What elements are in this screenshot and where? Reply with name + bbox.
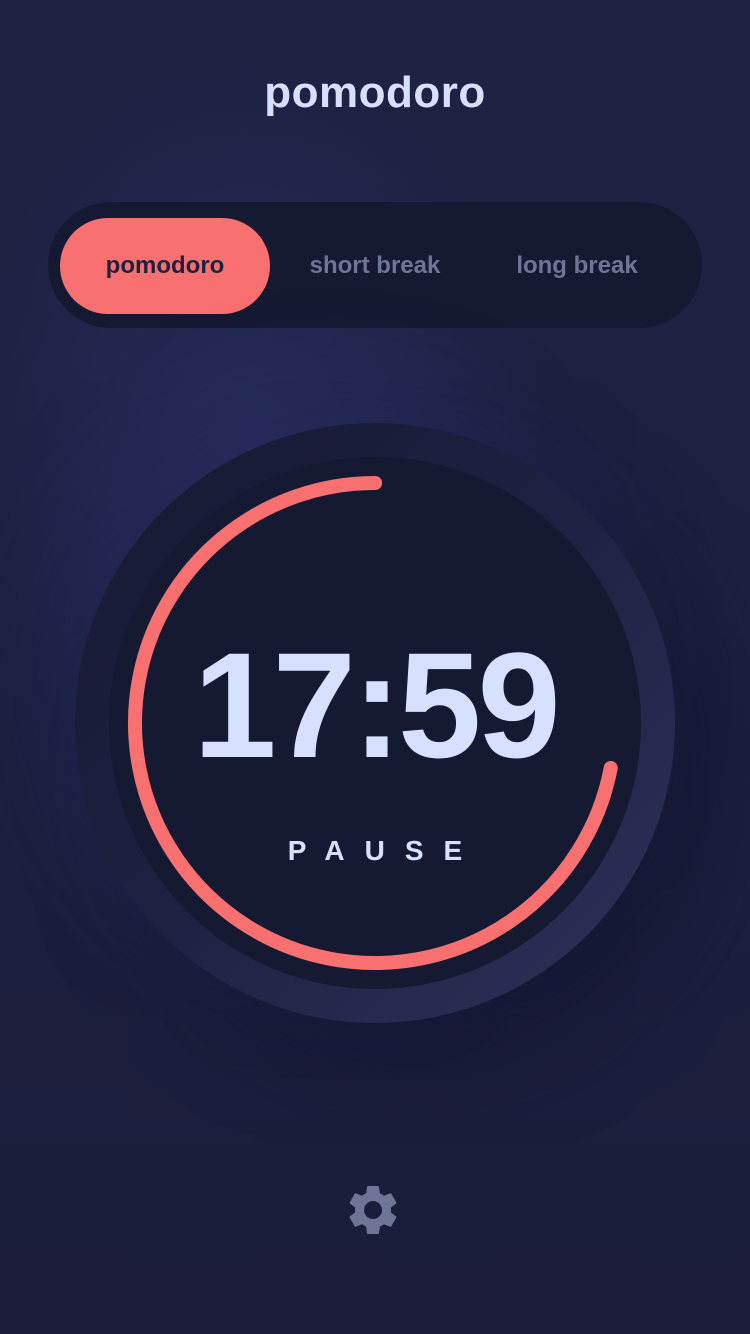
- tab-short-break[interactable]: short break: [270, 218, 480, 314]
- mode-selector: pomodoro short break long break: [48, 202, 702, 328]
- gear-icon[interactable]: [343, 1180, 403, 1240]
- timer-display: 17:59: [193, 621, 561, 789]
- tab-long-break[interactable]: long break: [474, 218, 680, 314]
- app-title: pomodoro: [264, 68, 486, 117]
- tab-pomodoro[interactable]: pomodoro: [60, 218, 270, 314]
- pause-button[interactable]: PAUSE: [109, 835, 641, 867]
